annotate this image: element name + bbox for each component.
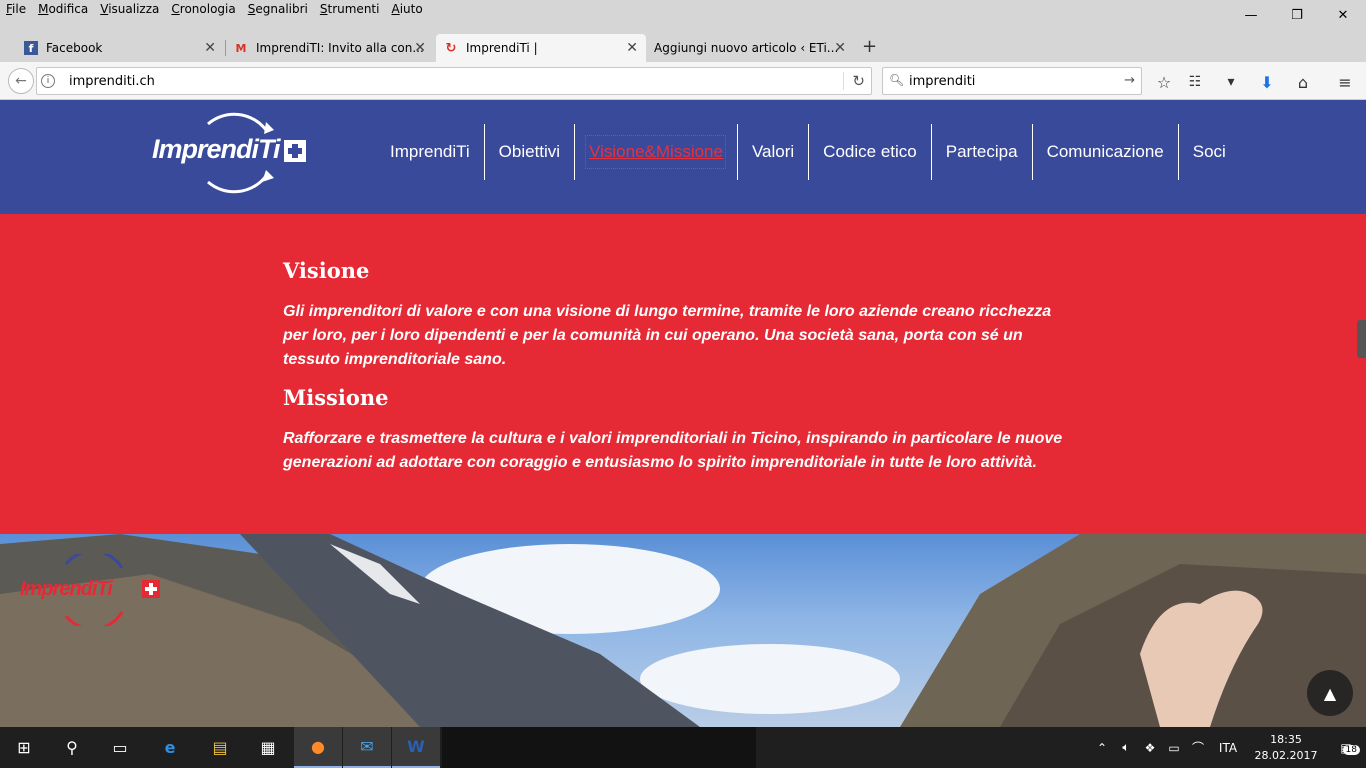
battery-icon[interactable]: ▭ xyxy=(1162,741,1186,755)
search-icon[interactable]: ⚲ xyxy=(48,727,96,768)
vision-mission-section: Visione Gli imprenditori di valore e con… xyxy=(0,214,1366,534)
hero-logo: ImprendiTi xyxy=(18,549,163,631)
back-button[interactable]: ← xyxy=(8,68,34,94)
outlook-icon[interactable]: ✉ xyxy=(343,727,391,768)
hero-image: ImprendiTi ▲ xyxy=(0,534,1366,727)
store-icon[interactable]: ▦ xyxy=(244,727,292,768)
download-icon[interactable]: ⬇ xyxy=(1256,71,1278,93)
notifications-icon[interactable]: ▤ 18 xyxy=(1326,741,1366,755)
nav-item-codice-etico[interactable]: Codice etico xyxy=(808,124,931,180)
reading-list-icon[interactable]: ☷ xyxy=(1184,71,1206,93)
menu-aiuto[interactable]: Aiuto xyxy=(391,2,422,16)
info-icon[interactable]: i xyxy=(41,74,55,88)
dropbox-icon[interactable]: ❖ xyxy=(1138,741,1162,755)
scroll-to-top-button[interactable]: ▲ xyxy=(1307,670,1353,716)
tab-title: ImprendiTI: Invito alla con... xyxy=(256,41,424,55)
close-tab-icon[interactable]: ✕ xyxy=(204,40,216,56)
site-header: ImprendiTi ImprendiTi Obiettivi Visione&… xyxy=(0,100,1366,214)
side-panel-handle[interactable] xyxy=(1357,320,1366,358)
menu-modifica[interactable]: Modifica xyxy=(38,2,88,16)
logo-text: ImprendiTi xyxy=(152,134,281,164)
reload-icon[interactable]: ↻ xyxy=(843,72,865,90)
menu-strumenti[interactable]: Strumenti xyxy=(320,2,380,16)
menu-segnalibri[interactable]: Segnalibri xyxy=(248,2,308,16)
search-icon: 🔍︎ xyxy=(889,73,905,87)
close-tab-icon[interactable]: ✕ xyxy=(626,40,638,56)
system-tray: ⌃ 🔈︎ ❖ ▭ ⌒ ITA 18:35 28.02.2017 ▤ 18 xyxy=(1090,727,1366,768)
clock-time: 18:35 xyxy=(1270,732,1302,746)
close-window-icon[interactable]: ✕ xyxy=(1320,0,1366,30)
nav-item-comunicazione[interactable]: Comunicazione xyxy=(1031,124,1178,180)
nav-item-obiettivi[interactable]: Obiettivi xyxy=(483,124,574,180)
menu-bar: File Modifica Visualizza Cronologia Segn… xyxy=(0,0,1366,32)
task-view-icon[interactable]: ▭ xyxy=(96,727,144,768)
windows-start-icon[interactable]: ⊞ xyxy=(0,727,48,768)
tab-strip: f Facebook ✕ M ImprendiTI: Invito alla c… xyxy=(0,32,1366,62)
close-tab-icon[interactable]: ✕ xyxy=(834,40,846,56)
nav-item-imprenditi[interactable]: ImprendiTi xyxy=(376,124,484,180)
nav-item-valori[interactable]: Valori xyxy=(736,124,808,180)
nav-item-partecipa[interactable]: Partecipa xyxy=(930,124,1032,180)
visione-text: Gli imprenditori di valore e con una vis… xyxy=(283,303,1052,368)
missione-heading: Missione xyxy=(283,385,389,410)
new-tab-icon[interactable]: + xyxy=(862,36,877,57)
volume-icon[interactable]: 🔈︎ xyxy=(1114,740,1138,755)
clock-date: 28.02.2017 xyxy=(1254,748,1318,762)
tab-title: Facebook xyxy=(46,41,103,55)
missione-text: Rafforzare e trasmettere la cultura e i … xyxy=(283,430,1063,471)
clock[interactable]: 18:35 28.02.2017 xyxy=(1246,732,1326,764)
navigation-bar: ← i imprenditi.ch ↻ 🔍︎ imprenditi → ☆ ☷ … xyxy=(0,62,1366,100)
taskbar-empty-area xyxy=(442,727,756,768)
bookmark-star-icon[interactable]: ☆ xyxy=(1153,71,1175,93)
search-input[interactable]: imprenditi xyxy=(909,74,975,89)
restore-icon[interactable]: ❐ xyxy=(1274,0,1320,30)
word-icon[interactable]: W xyxy=(392,727,440,768)
tab-title: ImprendiTi | xyxy=(466,41,538,55)
chevron-up-icon[interactable]: ⌃ xyxy=(1090,741,1114,755)
gmail-icon: M xyxy=(235,41,247,55)
main-nav: ImprendiTi Obiettivi Visione&Missione Va… xyxy=(376,124,1240,180)
tab-title: Aggiungi nuovo articolo ‹ ETi... xyxy=(654,41,839,55)
page-viewport: ImprendiTi ImprendiTi Obiettivi Visione&… xyxy=(0,100,1366,727)
wifi-icon[interactable]: ⌒ xyxy=(1186,739,1210,756)
search-go-icon[interactable]: → xyxy=(1124,73,1135,88)
visione-heading: Visione xyxy=(283,258,370,283)
home-icon[interactable]: ⌂ xyxy=(1292,71,1314,93)
minimize-icon[interactable]: — xyxy=(1228,0,1274,30)
file-explorer-icon[interactable]: ▤ xyxy=(196,727,244,768)
menu-visualizza[interactable]: Visualizza xyxy=(100,2,159,16)
tab-imprenditi[interactable]: ↻ ImprendiTi | ✕ xyxy=(436,34,646,62)
menu-file[interactable]: File xyxy=(6,2,26,16)
pocket-icon[interactable]: ▾ xyxy=(1220,71,1242,93)
url-text[interactable]: imprenditi.ch xyxy=(69,74,155,89)
loading-icon: ↻ xyxy=(445,40,457,56)
edge-icon[interactable]: e xyxy=(146,727,194,768)
taskbar: ⊞ ⚲ ▭ e ▤ ▦ ● ✉ W ▰ ⌃ 🔈︎ ❖ ▭ ⌒ ITA 18:35… xyxy=(0,727,1366,768)
tab-wordpress[interactable]: Aggiungi nuovo articolo ‹ ETi... ✕ xyxy=(646,34,854,62)
firefox-icon[interactable]: ● xyxy=(294,727,342,768)
url-bar[interactable]: i imprenditi.ch ↻ xyxy=(36,67,872,95)
tab-facebook[interactable]: f Facebook ✕ xyxy=(16,34,224,62)
menu-cronologia[interactable]: Cronologia xyxy=(171,2,235,16)
mountains-image xyxy=(0,534,1366,727)
notifications-count: 18 xyxy=(1342,744,1360,755)
close-tab-icon[interactable]: ✕ xyxy=(414,40,426,56)
hero-logo-text: ImprendiTi xyxy=(20,578,113,600)
hamburger-menu-icon[interactable]: ≡ xyxy=(1334,71,1356,93)
nav-item-visione-missione[interactable]: Visione&Missione xyxy=(574,124,737,180)
facebook-icon: f xyxy=(24,41,38,55)
nav-item-soci[interactable]: Soci xyxy=(1177,124,1240,180)
language-indicator[interactable]: ITA xyxy=(1210,741,1246,755)
search-box[interactable]: 🔍︎ imprenditi → xyxy=(882,67,1142,95)
tab-gmail[interactable]: M ImprendiTI: Invito alla con... ✕ xyxy=(226,34,434,62)
site-logo[interactable]: ImprendiTi xyxy=(148,110,313,196)
